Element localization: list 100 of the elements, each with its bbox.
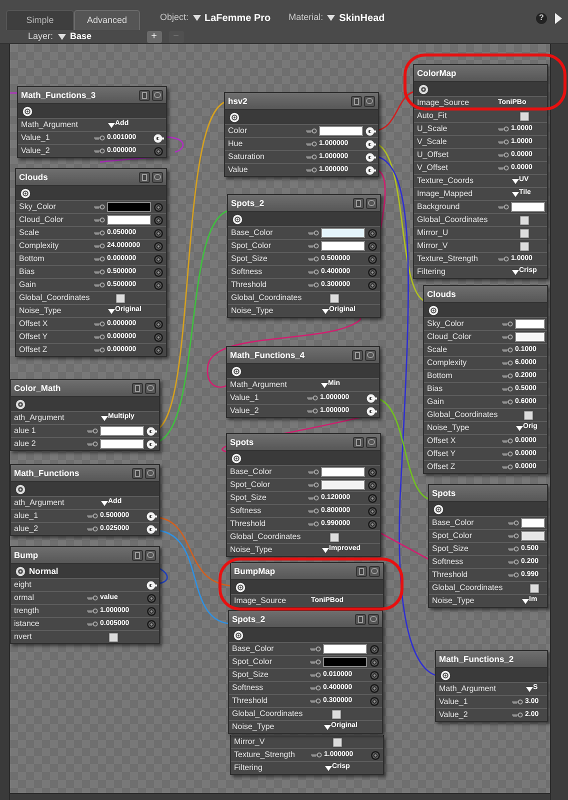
socket-icon[interactable] — [367, 506, 378, 516]
input-socket-icon[interactable] — [229, 112, 240, 122]
preview-button[interactable] — [139, 172, 150, 182]
refresh-button[interactable] — [366, 198, 377, 208]
node-header[interactable]: Math_Functions_2 — [436, 651, 547, 667]
node-header[interactable]: Spots_2 — [229, 611, 382, 627]
input-socket-icon[interactable] — [231, 452, 242, 464]
socket-icon[interactable] — [153, 228, 164, 238]
input-socket-icon[interactable] — [15, 566, 26, 576]
socket-icon[interactable] — [153, 240, 164, 252]
socket-icon[interactable] — [367, 518, 378, 530]
socket-icon[interactable] — [367, 480, 378, 490]
linked-socket-icon[interactable] — [366, 406, 377, 416]
refresh-button[interactable] — [369, 566, 380, 576]
socket-icon[interactable] — [146, 606, 157, 616]
refresh-button[interactable] — [368, 614, 379, 624]
color-swatch[interactable] — [321, 467, 365, 477]
socket-icon[interactable] — [153, 202, 164, 212]
linked-socket-icon[interactable] — [153, 132, 164, 144]
refresh-button[interactable] — [365, 350, 376, 360]
preview-button[interactable] — [355, 614, 366, 624]
preview-button[interactable] — [132, 550, 143, 560]
socket-icon[interactable] — [153, 332, 164, 342]
checkbox[interactable] — [330, 532, 339, 542]
vertical-scrollbar[interactable] — [550, 44, 568, 800]
input-socket-icon[interactable] — [15, 398, 26, 410]
layer-dropdown[interactable]: Base — [58, 30, 92, 44]
node-panel[interactable] — [15, 168, 167, 357]
checkbox[interactable] — [520, 242, 529, 250]
input-socket-icon[interactable] — [235, 582, 246, 592]
node-header[interactable]: Math_Functions_3 — [18, 87, 166, 103]
input-socket-icon[interactable] — [20, 188, 31, 198]
preview-button[interactable] — [132, 468, 143, 478]
socket-icon[interactable] — [153, 280, 164, 290]
linked-socket-icon[interactable] — [366, 392, 377, 404]
socket-icon[interactable] — [146, 592, 157, 604]
color-swatch[interactable] — [107, 202, 151, 212]
preview-button[interactable] — [351, 96, 362, 106]
socket-icon[interactable] — [370, 750, 381, 760]
socket-icon[interactable] — [369, 696, 380, 706]
linked-socket-icon[interactable] — [365, 164, 376, 176]
socket-icon[interactable] — [367, 280, 378, 290]
node-header[interactable]: BumpMap — [231, 563, 383, 579]
socket-icon[interactable] — [369, 682, 380, 694]
checkbox[interactable] — [333, 738, 342, 746]
material-dropdown[interactable]: SkinHead — [327, 10, 385, 26]
node-header[interactable]: Clouds — [16, 169, 166, 185]
help-button[interactable]: ? — [536, 12, 547, 24]
linked-socket-icon[interactable] — [146, 510, 157, 522]
color-swatch[interactable] — [321, 480, 365, 490]
node-header[interactable]: Color_Math — [11, 380, 159, 396]
socket-icon[interactable] — [369, 644, 380, 654]
input-socket-icon[interactable] — [15, 484, 26, 494]
color-swatch[interactable] — [521, 518, 545, 528]
refresh-button[interactable] — [145, 550, 156, 560]
socket-icon[interactable] — [153, 318, 164, 330]
input-socket-icon[interactable] — [231, 366, 242, 376]
linked-socket-icon[interactable] — [365, 138, 376, 150]
node-header[interactable]: Bump — [11, 547, 159, 563]
socket-icon[interactable] — [367, 492, 378, 504]
node-header[interactable]: Spots — [227, 434, 380, 450]
horizontal-scrollbar[interactable] — [10, 793, 550, 800]
input-socket-icon[interactable] — [418, 84, 429, 94]
checkbox[interactable] — [109, 632, 118, 642]
socket-icon[interactable] — [153, 266, 164, 278]
input-socket-icon[interactable] — [22, 106, 33, 116]
node-header[interactable]: Spots_2 — [228, 195, 380, 211]
refresh-button[interactable] — [152, 172, 163, 182]
color-swatch[interactable] — [323, 644, 367, 654]
input-socket-icon[interactable] — [433, 504, 444, 514]
linked-socket-icon[interactable] — [146, 426, 157, 436]
checkbox[interactable] — [520, 112, 529, 120]
socket-icon[interactable] — [153, 344, 164, 356]
checkbox[interactable] — [116, 294, 125, 302]
input-socket-icon[interactable] — [232, 214, 243, 224]
socket-icon[interactable] — [367, 254, 378, 264]
socket-icon[interactable] — [367, 466, 378, 478]
linked-socket-icon[interactable] — [146, 524, 157, 534]
input-socket-icon[interactable] — [428, 304, 439, 316]
socket-icon[interactable] — [367, 228, 378, 238]
node-header[interactable]: Math_Functions_4 — [227, 347, 379, 363]
node-header[interactable]: Math_Functions — [11, 465, 159, 481]
color-swatch[interactable] — [107, 215, 151, 225]
object-dropdown[interactable]: LaFemme Pro — [192, 10, 271, 26]
expand-arrow-icon[interactable] — [555, 12, 562, 24]
linked-socket-icon[interactable] — [365, 152, 376, 162]
node-header[interactable]: Spots — [429, 485, 547, 501]
color-swatch[interactable] — [323, 657, 367, 667]
color-swatch[interactable] — [521, 531, 545, 541]
preview-button[interactable] — [139, 90, 150, 100]
preview-button[interactable] — [353, 436, 364, 448]
checkbox[interactable] — [530, 584, 539, 592]
socket-icon[interactable] — [153, 146, 164, 156]
color-swatch[interactable] — [515, 319, 545, 329]
socket-icon[interactable] — [367, 266, 378, 278]
checkbox[interactable] — [520, 228, 529, 238]
linked-socket-icon[interactable] — [146, 580, 157, 590]
add-layer-button[interactable]: + — [146, 31, 162, 43]
tab[interactable]: Advanced — [74, 10, 140, 30]
checkbox[interactable] — [330, 294, 339, 302]
